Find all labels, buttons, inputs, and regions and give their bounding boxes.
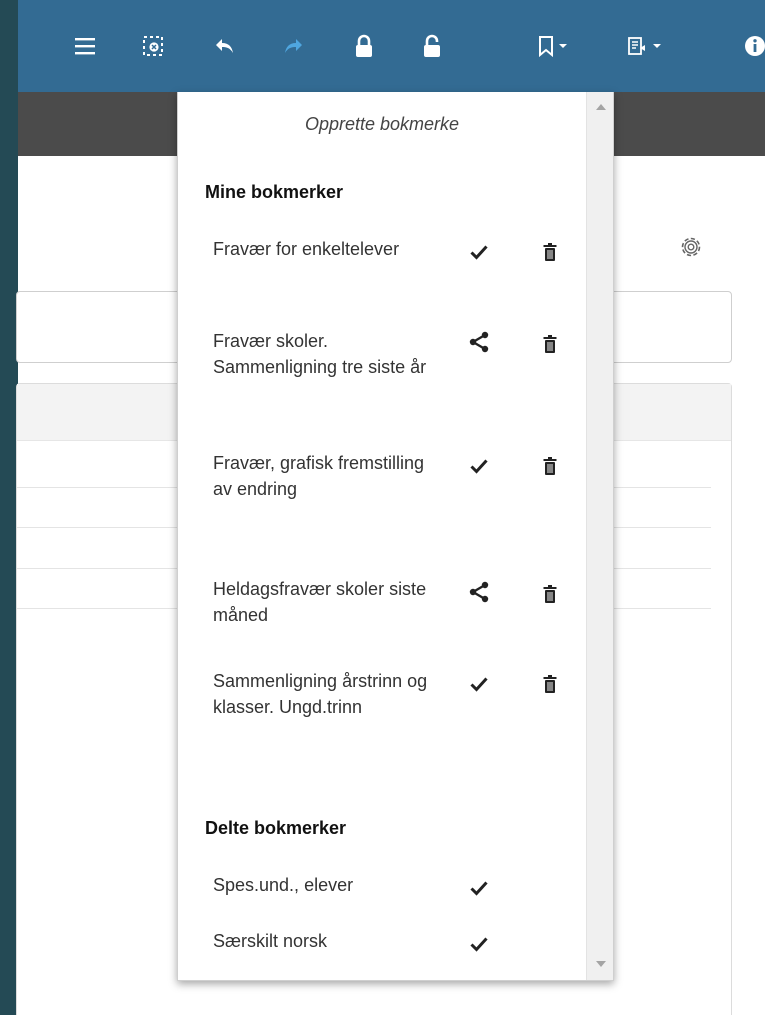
bookmarks-dropdown: Opprette bokmerke Mine bokmerker Fravær … [177, 92, 614, 981]
trash-icon[interactable] [538, 454, 562, 478]
bookmark-item[interactable]: Fravær skoler. Sammenligning tre siste å… [213, 328, 433, 380]
trash-icon[interactable] [538, 672, 562, 696]
dropdown-scrollbar[interactable] [586, 92, 613, 980]
report-icon[interactable] [621, 26, 671, 66]
app-window: Opprette bokmerke Mine bokmerker Fravær … [16, 0, 765, 1015]
toolbar [18, 0, 765, 92]
clear-selections-icon[interactable] [133, 26, 173, 66]
unlock-icon[interactable] [412, 26, 452, 66]
redo-icon[interactable] [273, 26, 313, 66]
info-icon[interactable] [743, 26, 765, 66]
create-bookmark-button[interactable]: Opprette bokmerke [178, 114, 586, 135]
trash-icon[interactable] [538, 332, 562, 356]
check-icon[interactable] [467, 932, 491, 956]
my-bookmarks-heading: Mine bokmerker [205, 182, 344, 202]
check-icon[interactable] [467, 240, 491, 264]
share-icon[interactable] [467, 330, 491, 354]
scroll-down-icon[interactable] [596, 961, 606, 967]
share-icon[interactable] [467, 580, 491, 604]
trash-icon[interactable] [538, 240, 562, 264]
bookmark-item[interactable]: Fravær, grafisk fremstilling av endring [213, 450, 433, 502]
scroll-up-icon[interactable] [596, 104, 606, 110]
lock-icon[interactable] [344, 26, 384, 66]
shared-bookmarks-heading: Delte bokmerker [205, 818, 347, 838]
gear-icon[interactable] [676, 232, 706, 262]
check-icon[interactable] [467, 876, 491, 900]
bookmark-item[interactable]: Fravær for enkeltelever [213, 236, 433, 262]
check-icon[interactable] [467, 454, 491, 478]
check-icon[interactable] [467, 672, 491, 696]
shared-bookmark-item[interactable]: Spes.und., elever [213, 872, 433, 898]
bookmark-item[interactable]: Heldagsfravær skoler siste måned [213, 576, 433, 628]
undo-icon[interactable] [205, 26, 245, 66]
bookmark-icon[interactable] [531, 26, 577, 66]
trash-icon[interactable] [538, 582, 562, 606]
bookmark-item[interactable]: Sammenligning årstrinn og klasser. Ungd.… [213, 668, 433, 720]
shared-bookmark-item[interactable]: Særskilt norsk [213, 928, 433, 954]
menu-icon[interactable] [65, 26, 105, 66]
